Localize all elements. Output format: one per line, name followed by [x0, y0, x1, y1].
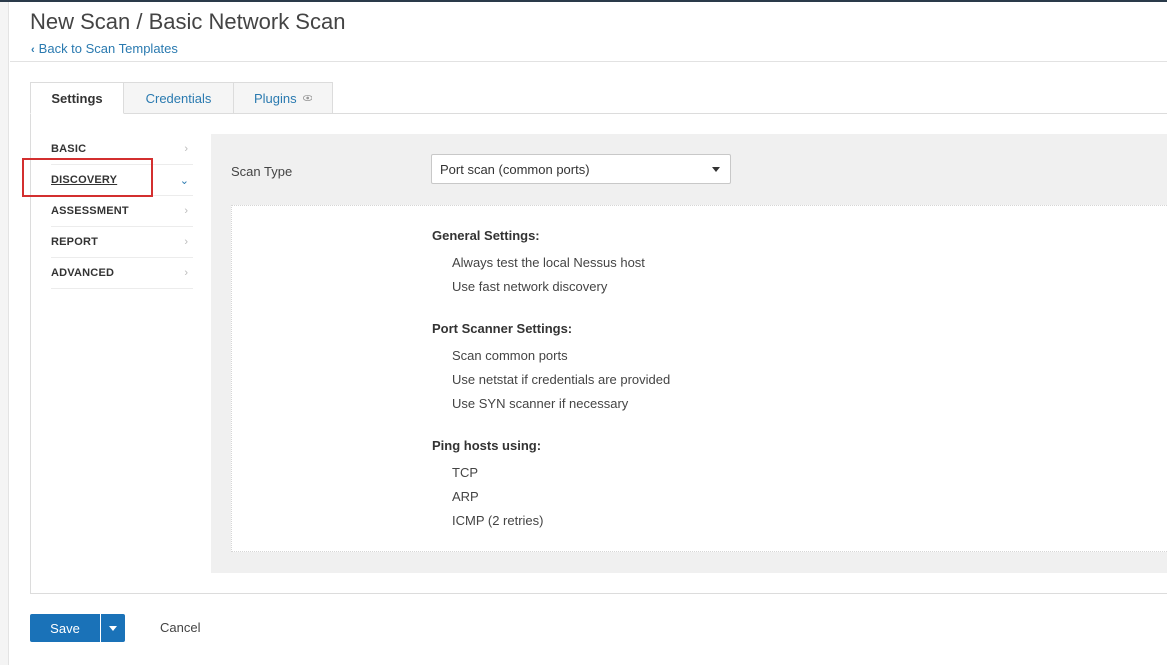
summary-heading-general: General Settings: — [432, 228, 540, 243]
tab-plugins[interactable]: Plugins — [234, 82, 333, 114]
chevron-right-icon: › — [184, 267, 188, 279]
left-edge — [0, 2, 9, 665]
sidebar-item-label: ASSESSMENT — [51, 205, 129, 217]
tab-credentials-label: Credentials — [145, 90, 212, 106]
header-divider — [10, 61, 1167, 62]
chevron-right-icon: › — [184, 205, 188, 217]
summary-item: Use netstat if credentials are provided — [452, 372, 671, 387]
scan-type-value: Port scan (common ports) — [440, 161, 590, 177]
cancel-button[interactable]: Cancel — [160, 620, 200, 635]
back-to-templates-link[interactable]: ‹ Back to Scan Templates — [31, 41, 178, 56]
summary-heading-port-scanner: Port Scanner Settings: — [432, 321, 573, 336]
top-border — [0, 0, 1167, 2]
page-title: New Scan / Basic Network Scan — [30, 9, 346, 34]
summary-item: TCP — [452, 465, 478, 480]
chevron-left-icon: ‹ — [31, 44, 35, 56]
tab-settings[interactable]: Settings — [30, 82, 124, 114]
chevron-down-icon: ⌄ — [179, 174, 189, 187]
annotation-highlight-box — [22, 158, 153, 197]
back-link-label: Back to Scan Templates — [38, 41, 178, 56]
tab-settings-label: Settings — [51, 90, 103, 106]
chevron-right-icon: › — [184, 143, 188, 155]
scan-type-summary — [231, 205, 1167, 552]
summary-item: Use fast network discovery — [452, 279, 608, 294]
summary-item: Always test the local Nessus host — [452, 255, 645, 270]
chevron-right-icon: › — [184, 236, 188, 248]
sidebar-item-label: ADVANCED — [51, 267, 115, 279]
tab-bar: Settings Credentials Plugins — [30, 82, 333, 114]
sidebar-item-assessment[interactable]: ASSESSMENT › — [51, 196, 193, 227]
save-button[interactable]: Save — [30, 614, 100, 642]
summary-item: Use SYN scanner if necessary — [452, 396, 629, 411]
footer-divider — [30, 593, 1167, 594]
caret-down-icon — [712, 167, 720, 172]
scan-type-select[interactable]: Port scan (common ports) — [431, 154, 731, 184]
sidebar-item-report[interactable]: REPORT › — [51, 227, 193, 258]
sidebar-item-label: BASIC — [51, 143, 87, 155]
sidebar-item-label: REPORT — [51, 236, 99, 248]
caret-down-icon — [109, 625, 117, 631]
tab-plugins-label: Plugins — [254, 90, 297, 106]
summary-item: ARP — [452, 489, 479, 504]
scan-type-label: Scan Type — [231, 164, 293, 179]
summary-heading-ping-hosts: Ping hosts using: — [432, 438, 542, 453]
save-options-dropdown[interactable] — [101, 614, 125, 642]
tab-credentials[interactable]: Credentials — [124, 82, 234, 114]
summary-item: Scan common ports — [452, 348, 568, 363]
summary-item: ICMP (2 retries) — [452, 513, 544, 528]
eye-icon — [302, 94, 312, 102]
sidebar-item-advanced[interactable]: ADVANCED › — [51, 258, 193, 289]
